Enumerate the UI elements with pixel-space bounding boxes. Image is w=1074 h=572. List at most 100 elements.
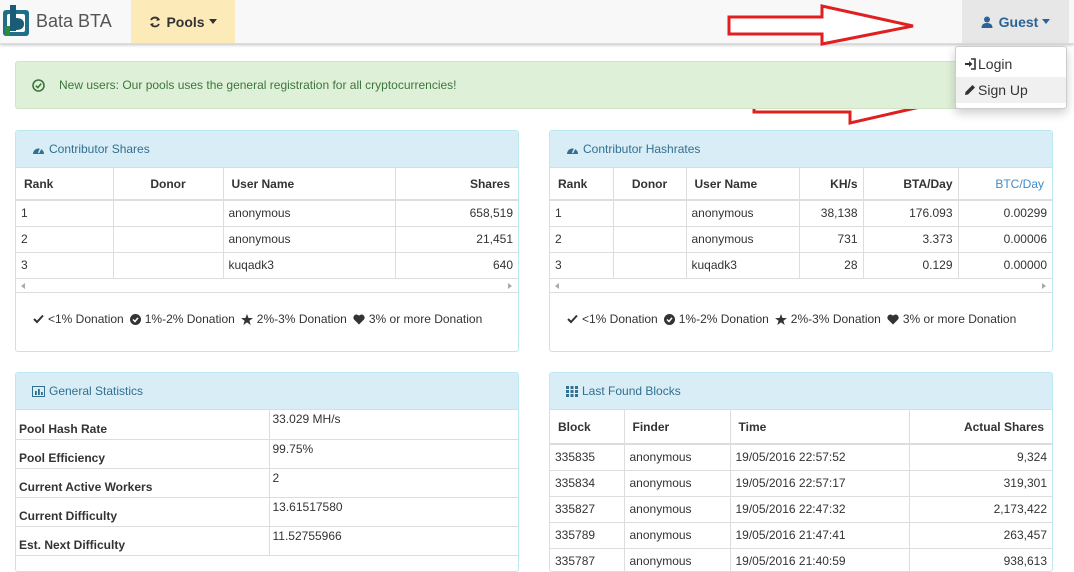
username-cell: anonymous [223, 226, 396, 253]
brand[interactable]: Bata BTA [0, 0, 112, 42]
table-row: 2 anonymous 731 3.373 0.00006 [550, 226, 1052, 253]
sign-up-menu-item[interactable]: Sign Up [956, 77, 1066, 103]
username-cell: anonymous [686, 200, 800, 227]
legend-label: 2%-3% Donation [256, 312, 347, 326]
btc-day-cell: 0.00000 [958, 252, 1052, 279]
login-label: Login [978, 56, 1013, 72]
stat-value: 99.75% [269, 439, 518, 469]
khs-cell: 731 [799, 226, 864, 253]
legend-item: 3% or more Donation [887, 312, 1016, 326]
time-cell: 19/05/2016 21:47:41 [730, 522, 910, 549]
table-header-row: Block Finder Time Actual Shares [550, 410, 1052, 445]
block-link[interactable]: 335787 [550, 548, 625, 571]
rank-cell: 1 [16, 200, 114, 227]
column-header: User Name [686, 168, 800, 201]
legend-label: 3% or more Donation [902, 312, 1017, 326]
guest-label: Guest [998, 13, 1039, 30]
btc-day-cell: 0.00299 [958, 200, 1052, 227]
panel-title: Contributor Shares [49, 142, 150, 156]
table-row: 335787 anonymous 19/05/2016 21:40:59 938… [550, 548, 1052, 571]
legend-item: <1% Donation [567, 312, 658, 326]
legend-item: 3% or more Donation [353, 312, 482, 326]
table-row: Pool Efficiency 99.75% [16, 439, 518, 469]
guest-menu-button[interactable]: Guest [962, 0, 1069, 43]
table-row: Current Difficulty 13.61517580 [16, 497, 518, 527]
column-header: Donor [613, 168, 687, 201]
table-row: Pool Hash Rate 33.029 MH/s [16, 410, 518, 440]
pools-menu-button[interactable]: Pools [131, 0, 235, 43]
time-cell: 19/05/2016 22:47:32 [730, 496, 910, 523]
block-link[interactable]: 335835 [550, 444, 625, 471]
time-cell: 19/05/2016 22:57:52 [730, 444, 910, 471]
legend-item: 2%-3% Donation [240, 312, 347, 326]
guest-dropdown-menu: Login Sign Up [955, 46, 1067, 109]
legend-item: 2%-3% Donation [774, 312, 881, 326]
actual-shares-cell: 9,324 [909, 444, 1052, 471]
donor-cell [113, 226, 224, 253]
login-menu-item[interactable]: Login [956, 51, 1066, 77]
bta-day-cell: 3.373 [863, 226, 959, 253]
heart-icon [353, 314, 365, 324]
bta-day-cell: 0.129 [863, 252, 959, 279]
stat-label: Current Active Workers [16, 468, 270, 498]
donation-legend: <1% Donation 1%-2% Donation 2%-3% Donati… [16, 293, 518, 346]
legend-label: <1% Donation [582, 312, 658, 326]
actual-shares-cell: 938,613 [909, 548, 1052, 571]
shares-cell: 21,451 [395, 226, 518, 253]
contributor-hashrates-table: Rank Donor User Name KH/s BTA/Day BTC/Da… [550, 168, 1052, 279]
column-header: Actual Shares [909, 410, 1052, 445]
finder-cell: anonymous [624, 522, 731, 549]
table-row: 1 anonymous 658,519 [16, 200, 518, 227]
dashboard-icon [33, 147, 44, 154]
contributor-shares-panel: Contributor Shares Rank Donor User Name … [15, 130, 519, 352]
bta-day-cell: 176.093 [863, 200, 959, 227]
sign-up-label: Sign Up [978, 82, 1028, 98]
scroll-right-icon[interactable] [1042, 282, 1046, 289]
stat-label: Pool Hash Rate [16, 410, 270, 440]
horizontal-scrollbar[interactable] [550, 279, 1052, 293]
column-header: BTA/Day [863, 168, 959, 201]
shares-cell: 658,519 [395, 200, 518, 227]
general-statistics-panel: General Statistics Pool Hash Rate 33.029… [15, 372, 519, 572]
column-header: Block [550, 410, 625, 445]
column-header: Shares [395, 168, 518, 201]
scroll-left-icon[interactable] [21, 282, 25, 289]
actual-shares-cell: 319,301 [909, 470, 1052, 497]
shares-cell: 640 [395, 252, 518, 279]
panel-title: General Statistics [49, 384, 144, 398]
table-header-row: Rank Donor User Name KH/s BTA/Day BTC/Da… [550, 168, 1052, 201]
block-link[interactable]: 335789 [550, 522, 625, 549]
panel-heading: General Statistics [16, 373, 518, 410]
annotation-arrow-top [727, 4, 914, 46]
table-row: 1 anonymous 38,138 176.093 0.00299 [550, 200, 1052, 227]
horizontal-scrollbar[interactable] [16, 279, 518, 293]
finder-cell: anonymous [624, 548, 731, 571]
username-cell: kuqadk3 [223, 252, 396, 279]
table-row: 335827 anonymous 19/05/2016 22:47:32 2,1… [550, 496, 1052, 523]
donor-cell [113, 252, 224, 279]
rank-cell: 3 [550, 252, 614, 279]
star-icon [774, 313, 787, 325]
khs-cell: 28 [799, 252, 864, 279]
rank-cell: 1 [550, 200, 614, 227]
user-icon [981, 16, 993, 28]
scroll-left-icon[interactable] [555, 282, 559, 289]
registration-alert: New users: Our pools uses the general re… [15, 61, 960, 109]
scroll-right-icon[interactable] [508, 282, 512, 289]
block-link[interactable]: 335834 [550, 470, 625, 497]
brand-logo-icon [3, 5, 29, 36]
star-icon [240, 313, 253, 325]
btc-day-header-link[interactable]: BTC/Day [958, 168, 1052, 201]
column-header: Finder [624, 410, 731, 445]
contributor-shares-table: Rank Donor User Name Shares 1 anonymous … [16, 168, 518, 279]
donor-cell [613, 252, 687, 279]
username-cell: anonymous [223, 200, 396, 227]
stat-value: 13.61517580 [269, 497, 518, 527]
column-header: KH/s [799, 168, 864, 201]
stat-label: Pool Efficiency [16, 439, 270, 469]
legend-item: <1% Donation [33, 312, 124, 326]
block-link[interactable]: 335827 [550, 496, 625, 523]
column-header: User Name [223, 168, 396, 201]
actual-shares-cell: 263,457 [909, 522, 1052, 549]
contributor-hashrates-panel: Contributor Hashrates Rank Donor User Na… [549, 130, 1053, 352]
